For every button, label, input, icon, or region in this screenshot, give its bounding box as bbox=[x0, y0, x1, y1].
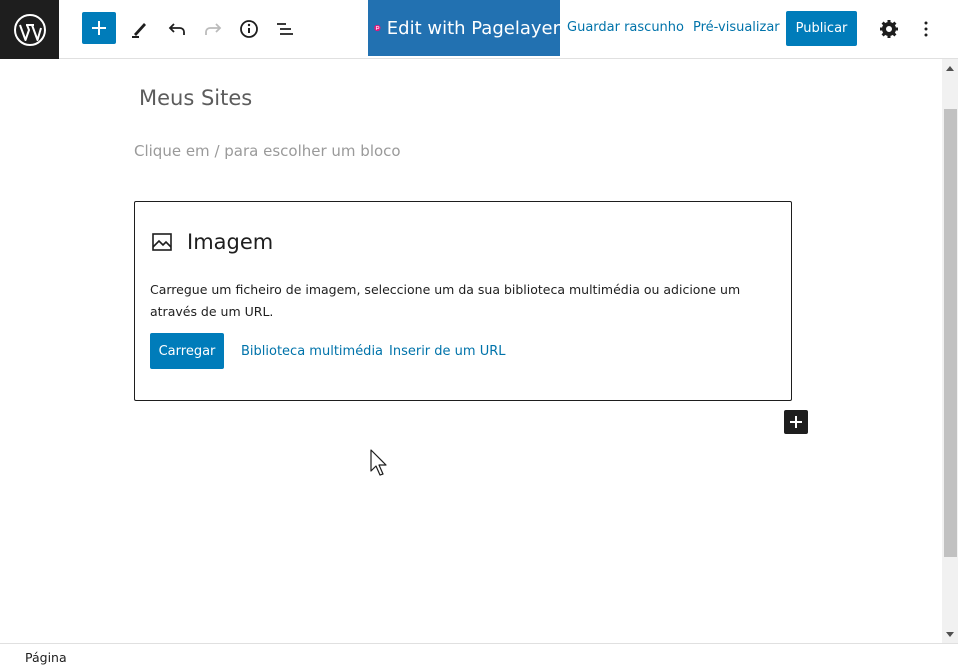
wordpress-logo-icon[interactable] bbox=[0, 0, 59, 59]
edit-with-pagelayer-button[interactable]: Edit with Pagelayer bbox=[368, 0, 560, 56]
pagelayer-logo-icon bbox=[374, 24, 381, 32]
insert-from-url-button[interactable]: Inserir de um URL bbox=[389, 344, 506, 359]
redo-button[interactable] bbox=[196, 12, 230, 46]
info-icon bbox=[240, 20, 258, 38]
add-block-button[interactable] bbox=[82, 12, 116, 44]
upload-button[interactable]: Carregar bbox=[150, 333, 224, 369]
save-draft-button[interactable]: Guardar rascunho bbox=[567, 20, 684, 35]
pagelayer-label: Edit with Pagelayer bbox=[386, 17, 560, 39]
gear-icon bbox=[880, 20, 898, 38]
plus-icon bbox=[92, 21, 106, 35]
scroll-thumb[interactable] bbox=[944, 109, 957, 557]
vertical-scrollbar[interactable] bbox=[942, 59, 958, 643]
breadcrumb-item-page[interactable]: Página bbox=[25, 650, 67, 665]
more-options-button[interactable] bbox=[909, 12, 943, 46]
image-block-placeholder[interactable]: Imagem Carregue um ficheiro de imagem, s… bbox=[134, 201, 792, 401]
pencil-icon bbox=[132, 23, 146, 38]
tools-button[interactable] bbox=[123, 12, 157, 46]
image-block-description: Carregue um ficheiro de imagem, seleccio… bbox=[150, 282, 741, 319]
editor-canvas: Meus Sites Clique em / para escolher um … bbox=[0, 59, 942, 643]
undo-icon bbox=[168, 23, 185, 35]
vertical-ellipsis-icon bbox=[924, 21, 928, 37]
redo-icon bbox=[205, 23, 222, 35]
list-view-icon bbox=[277, 23, 293, 35]
image-block-header: Imagem bbox=[151, 230, 273, 254]
scroll-up-arrow-icon[interactable] bbox=[942, 59, 958, 76]
list-view-button[interactable] bbox=[268, 12, 302, 46]
undo-button[interactable] bbox=[160, 12, 194, 46]
inline-add-block-button[interactable] bbox=[784, 410, 808, 434]
settings-button[interactable] bbox=[872, 12, 906, 46]
scroll-down-arrow-icon[interactable] bbox=[942, 626, 958, 643]
image-icon bbox=[152, 233, 172, 251]
preview-button[interactable]: Pré-visualizar bbox=[693, 20, 780, 35]
block-breadcrumb-bar: Página bbox=[0, 643, 958, 667]
details-button[interactable] bbox=[232, 12, 266, 46]
media-library-button[interactable]: Biblioteca multimédia bbox=[241, 344, 383, 359]
mouse-cursor-icon bbox=[370, 449, 387, 476]
page-title[interactable]: Meus Sites bbox=[139, 86, 252, 110]
block-appender-placeholder[interactable]: Clique em / para escolher um bloco bbox=[134, 142, 401, 160]
publish-button[interactable]: Publicar bbox=[786, 11, 857, 46]
plus-icon bbox=[790, 416, 802, 428]
editor-toolbar: Edit with Pagelayer Guardar rascunho Pré… bbox=[0, 0, 958, 59]
image-block-title: Imagem bbox=[187, 230, 274, 254]
